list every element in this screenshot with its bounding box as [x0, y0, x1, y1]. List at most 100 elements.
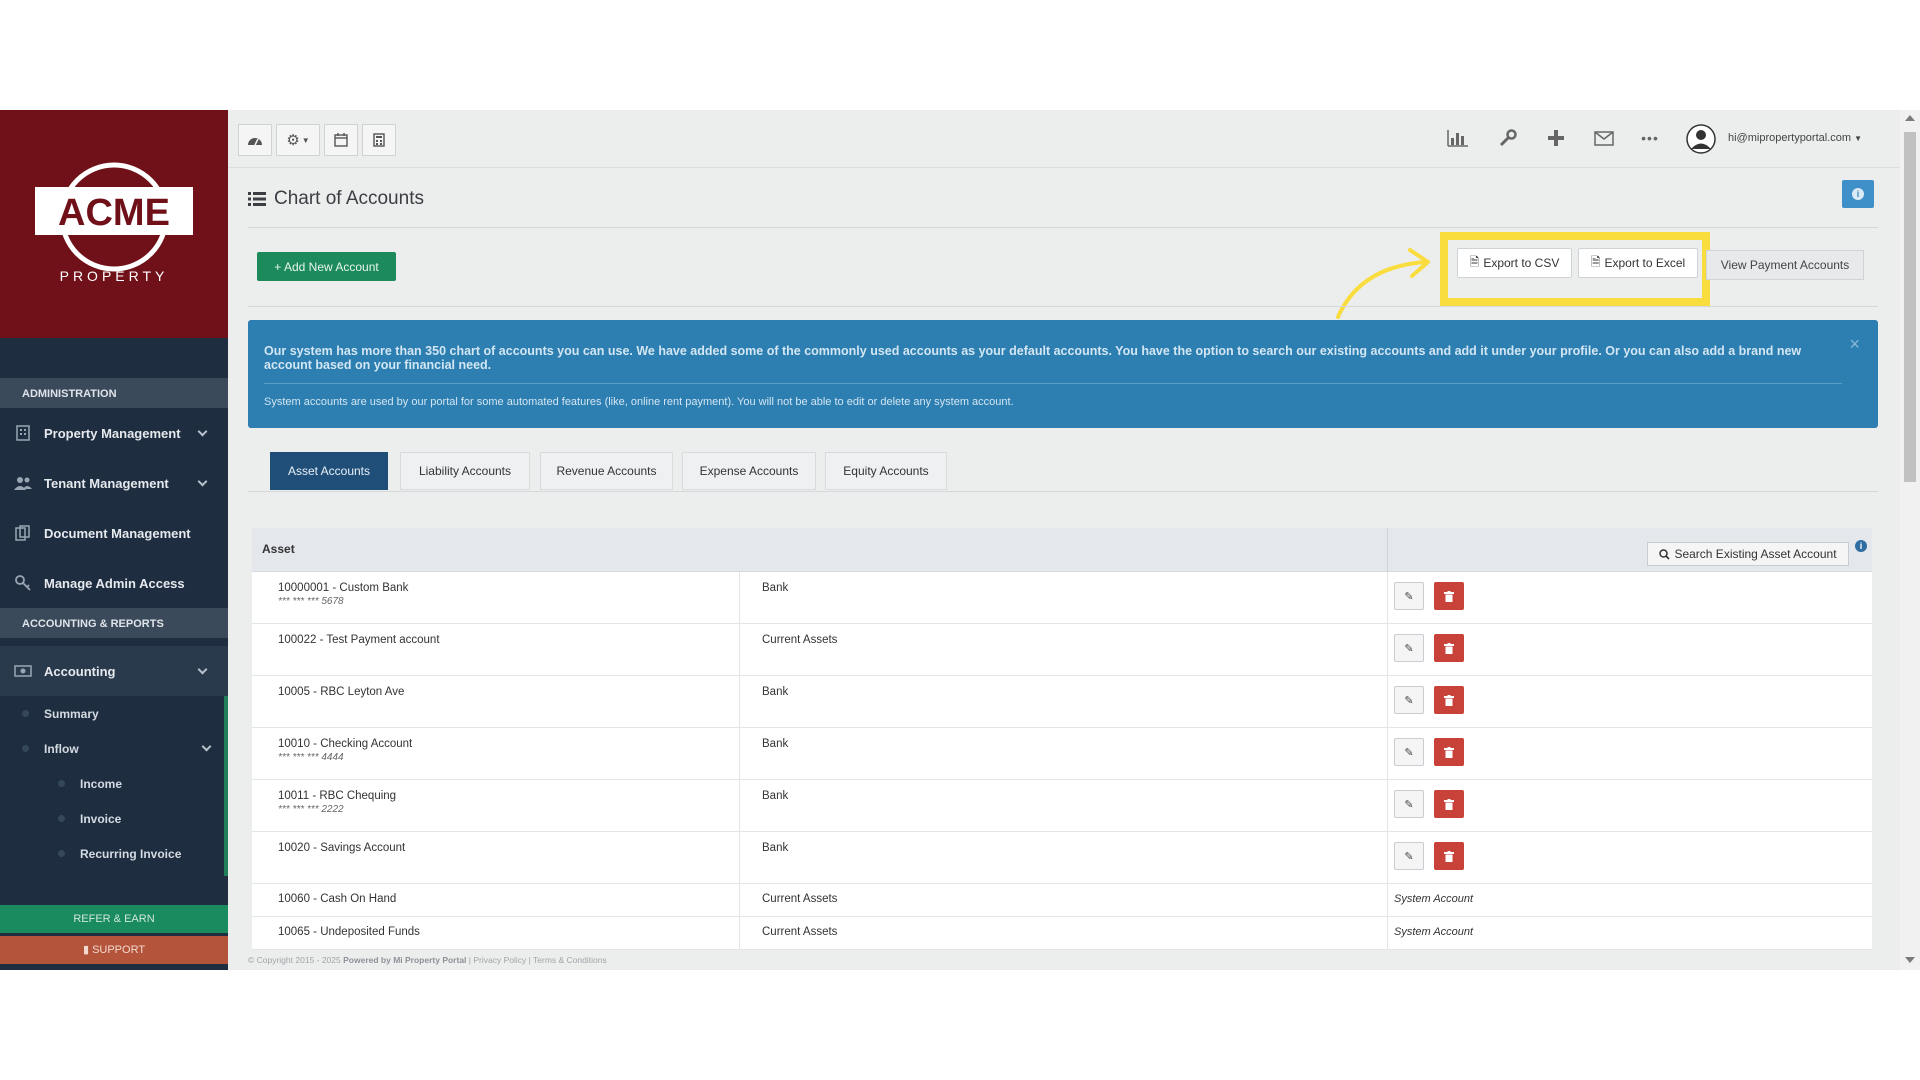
- table-row: 10010 - Checking Account *** *** *** 444…: [252, 728, 1872, 780]
- alert-divider: [264, 383, 1842, 384]
- account-number-mask: *** *** *** 2222: [278, 804, 344, 815]
- documents-icon: [14, 524, 32, 542]
- tab-revenue-accounts[interactable]: Revenue Accounts: [540, 452, 673, 490]
- search-existing-asset-account-button[interactable]: Search Existing Asset Account: [1647, 542, 1849, 566]
- svg-text:ACME: ACME: [58, 192, 170, 234]
- calculator-button[interactable]: [362, 124, 396, 156]
- tab-liability-accounts[interactable]: Liability Accounts: [400, 452, 530, 490]
- delete-account-button[interactable]: [1434, 738, 1464, 766]
- export-excel-button[interactable]: 🗎 Export to Excel: [1578, 248, 1698, 278]
- page-info-button[interactable]: i: [1842, 180, 1874, 208]
- bar-chart-icon: [1447, 130, 1468, 147]
- refer-earn-button[interactable]: REFER & EARN: [0, 905, 228, 933]
- delete-account-button[interactable]: [1434, 790, 1464, 818]
- sidebar-subitem-summary[interactable]: Summary: [0, 696, 228, 731]
- delete-account-button[interactable]: [1434, 686, 1464, 714]
- table-row: 10020 - Savings Account Bank ✎: [252, 832, 1872, 884]
- sidebar-item-property-management[interactable]: Property Management: [0, 408, 228, 458]
- table-header: Asset Search Existing Asset Account i: [252, 528, 1872, 572]
- section-heading-administration: ADMINISTRATION: [0, 378, 228, 408]
- user-menu[interactable]: hi@mipropertyportal.com ▼: [1728, 132, 1862, 144]
- tab-expense-accounts[interactable]: Expense Accounts: [682, 452, 816, 490]
- tools-button[interactable]: [1496, 126, 1520, 150]
- messages-button[interactable]: [1592, 126, 1616, 150]
- column-divider: [739, 676, 740, 727]
- caret-down-icon: ▼: [1854, 134, 1863, 143]
- sidebar-subitem-income[interactable]: Income: [0, 766, 228, 801]
- pencil-icon: ✎: [1404, 694, 1414, 707]
- acme-logo-icon: ACME PROPERTY: [35, 162, 193, 284]
- scrollbar-thumb[interactable]: [1904, 132, 1916, 482]
- sidebar-item-document-management[interactable]: Document Management: [0, 508, 228, 558]
- delete-account-button[interactable]: [1434, 842, 1464, 870]
- close-icon[interactable]: ×: [1849, 334, 1860, 355]
- alert-main-text: Our system has more than 350 chart of ac…: [264, 344, 1802, 372]
- add-button[interactable]: [1544, 126, 1568, 150]
- more-button[interactable]: •••: [1638, 126, 1662, 150]
- key-icon: [14, 574, 32, 592]
- export-csv-label: Export to CSV: [1483, 256, 1560, 270]
- sidebar-item-manage-admin-access[interactable]: Manage Admin Access: [0, 558, 228, 608]
- account-number-mask: *** *** *** 4444: [278, 752, 344, 763]
- sidebar-subitem-invoice[interactable]: Invoice: [0, 801, 228, 836]
- column-divider: [739, 572, 740, 623]
- sidebar-item-accounting[interactable]: Accounting: [0, 646, 228, 696]
- export-csv-button[interactable]: 🗎 Export to CSV: [1457, 248, 1572, 278]
- dashboard-button[interactable]: [238, 124, 272, 156]
- brand-logo[interactable]: ACME PROPERTY: [0, 110, 228, 338]
- system-account-label: System Account: [1394, 893, 1474, 905]
- info-icon[interactable]: i: [1855, 540, 1867, 552]
- account-type: Bank: [762, 842, 789, 854]
- account-name: 10011 - RBC Chequing: [278, 790, 397, 802]
- gear-icon: ⚙: [286, 132, 300, 149]
- info-alert: Our system has more than 350 chart of ac…: [248, 320, 1878, 428]
- calendar-button[interactable]: [324, 124, 358, 156]
- edit-account-button[interactable]: ✎: [1394, 686, 1424, 714]
- footer-terms-link[interactable]: Terms & Conditions: [533, 955, 607, 965]
- trash-icon: [1444, 850, 1454, 862]
- bullet-icon: [58, 780, 65, 787]
- table-row: 10011 - RBC Chequing *** *** *** 2222 Ba…: [252, 780, 1872, 832]
- edit-account-button[interactable]: ✎: [1394, 790, 1424, 818]
- tab-equity-accounts[interactable]: Equity Accounts: [825, 452, 947, 490]
- column-divider: [1387, 917, 1388, 949]
- scroll-up-icon[interactable]: [1905, 115, 1915, 121]
- account-name: 10010 - Checking Account: [278, 738, 413, 750]
- wrench-icon: [1499, 129, 1517, 147]
- delete-account-button[interactable]: [1434, 634, 1464, 662]
- building-icon: [14, 424, 32, 442]
- scroll-down-icon[interactable]: [1905, 957, 1915, 963]
- page-title: Chart of Accounts: [248, 188, 424, 210]
- settings-dropdown-button[interactable]: ⚙ ▼: [276, 124, 320, 156]
- tab-asset-accounts[interactable]: Asset Accounts: [270, 452, 388, 490]
- column-divider: [739, 832, 740, 883]
- bullet-icon: [58, 815, 65, 822]
- user-avatar[interactable]: [1686, 124, 1716, 154]
- edit-account-button[interactable]: ✎: [1394, 582, 1424, 610]
- footer-privacy-link[interactable]: Privacy Policy: [473, 955, 526, 965]
- trash-icon: [1444, 590, 1454, 602]
- sidebar-subitem-label: Summary: [44, 706, 99, 721]
- edit-account-button[interactable]: ✎: [1394, 842, 1424, 870]
- pencil-icon: ✎: [1404, 642, 1414, 655]
- support-button[interactable]: ▮ SUPPORT: [0, 936, 228, 964]
- sidebar-subitem-recurring-invoice[interactable]: Recurring Invoice: [0, 836, 228, 871]
- sidebar-item-label: Manage Admin Access: [44, 575, 185, 591]
- edit-account-button[interactable]: ✎: [1394, 634, 1424, 662]
- reports-button[interactable]: [1446, 126, 1470, 150]
- sidebar-subitem-inflow[interactable]: Inflow: [0, 731, 228, 766]
- account-name: 100022 - Test Payment account: [278, 634, 440, 646]
- edit-account-button[interactable]: ✎: [1394, 738, 1424, 766]
- view-payment-accounts-button[interactable]: View Payment Accounts: [1706, 250, 1864, 280]
- calculator-icon: [373, 133, 385, 147]
- delete-account-button[interactable]: [1434, 582, 1464, 610]
- footer-powered-by[interactable]: Powered by Mi Property Portal: [343, 955, 466, 965]
- page-scrollbar[interactable]: [1900, 110, 1920, 970]
- add-new-account-button[interactable]: + Add New Account: [257, 252, 396, 281]
- account-type: Bank: [762, 686, 789, 698]
- account-type: Bank: [762, 738, 789, 750]
- sidebar-item-tenant-management[interactable]: Tenant Management: [0, 458, 228, 508]
- sidebar-item-label: Property Management: [44, 425, 181, 441]
- money-icon: [14, 662, 32, 680]
- sidebar-subitem-label: Inflow: [44, 741, 79, 756]
